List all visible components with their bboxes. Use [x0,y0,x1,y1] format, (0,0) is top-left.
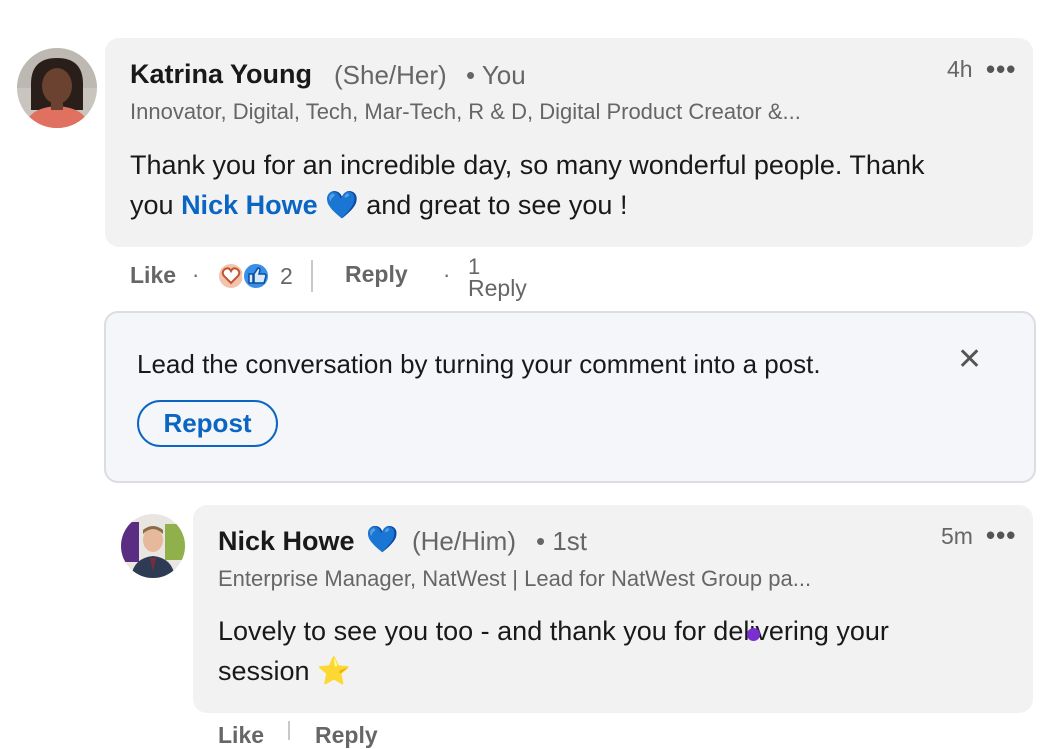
action-separator-dot-2: · [443,262,451,287]
reply-timestamp: 5m [941,523,973,549]
close-icon[interactable]: ✕ [957,342,982,377]
avatar-katrina[interactable] [17,48,97,128]
star-emoji: ⭐ [317,656,351,686]
comment-author-pronouns: (She/Her) [334,60,447,90]
reply-author-headline: Enterprise Manager, NatWest | Lead for N… [218,566,812,591]
reaction-count[interactable]: 2 [280,263,293,290]
action-separator-dot: · [192,262,200,287]
reply-author-pronouns: (He/Him) [412,526,516,556]
cursor-indicator-icon [747,628,760,641]
reply-reply-button[interactable]: Reply [315,722,378,749]
reply-text: Lovely to see you too - and thank you fo… [218,611,1018,691]
replies-label[interactable]: Reply [468,275,527,302]
repost-prompt-text: Lead the conversation by turning your co… [137,349,821,379]
like-button[interactable]: Like [130,262,176,289]
comment-text-end: and great to see you ! [366,190,628,220]
reply-more-options-icon[interactable]: ••• [986,520,1016,551]
reply-text-line2: session ⭐ [218,651,1018,691]
reply-text-line1: Lovely to see you too - and thank you fo… [218,616,889,646]
comment-text-you: you [130,190,174,220]
reply-author-relation: • 1st [536,526,588,556]
avatar-nick-howe[interactable] [121,514,185,578]
comment-author-headline: Innovator, Digital, Tech, Mar-Tech, R & … [130,99,801,124]
repost-button[interactable]: Repost [137,400,278,447]
love-reaction-icon [217,262,270,290]
comment-timestamp: 4h [947,56,973,82]
reply-action-divider [288,721,290,740]
reply-button[interactable]: Reply [345,261,408,288]
comment-author-relation: • You [466,60,526,90]
reply-like-button[interactable]: Like [218,722,264,749]
action-divider [311,260,313,292]
comment-text-line2: you Nick Howe 💙 and great to see you ! [130,185,1020,225]
reply-text-session: session [218,656,310,686]
reply-author-heart-emoji: 💙 [366,524,399,554]
reply-author-name[interactable]: Nick Howe [218,526,355,557]
blue-heart-emoji: 💙 [325,190,359,220]
comment-more-options-icon[interactable]: ••• [986,54,1016,85]
comment-text: Thank you for an incredible day, so many… [130,145,1020,225]
reactions-icons[interactable] [216,259,272,293]
comment-author-name[interactable]: Katrina Young [130,59,312,90]
mention-link-nick-howe[interactable]: Nick Howe [181,190,318,220]
comment-text-line1: Thank you for an incredible day, so many… [130,150,925,180]
repost-prompt-card [104,311,1036,483]
